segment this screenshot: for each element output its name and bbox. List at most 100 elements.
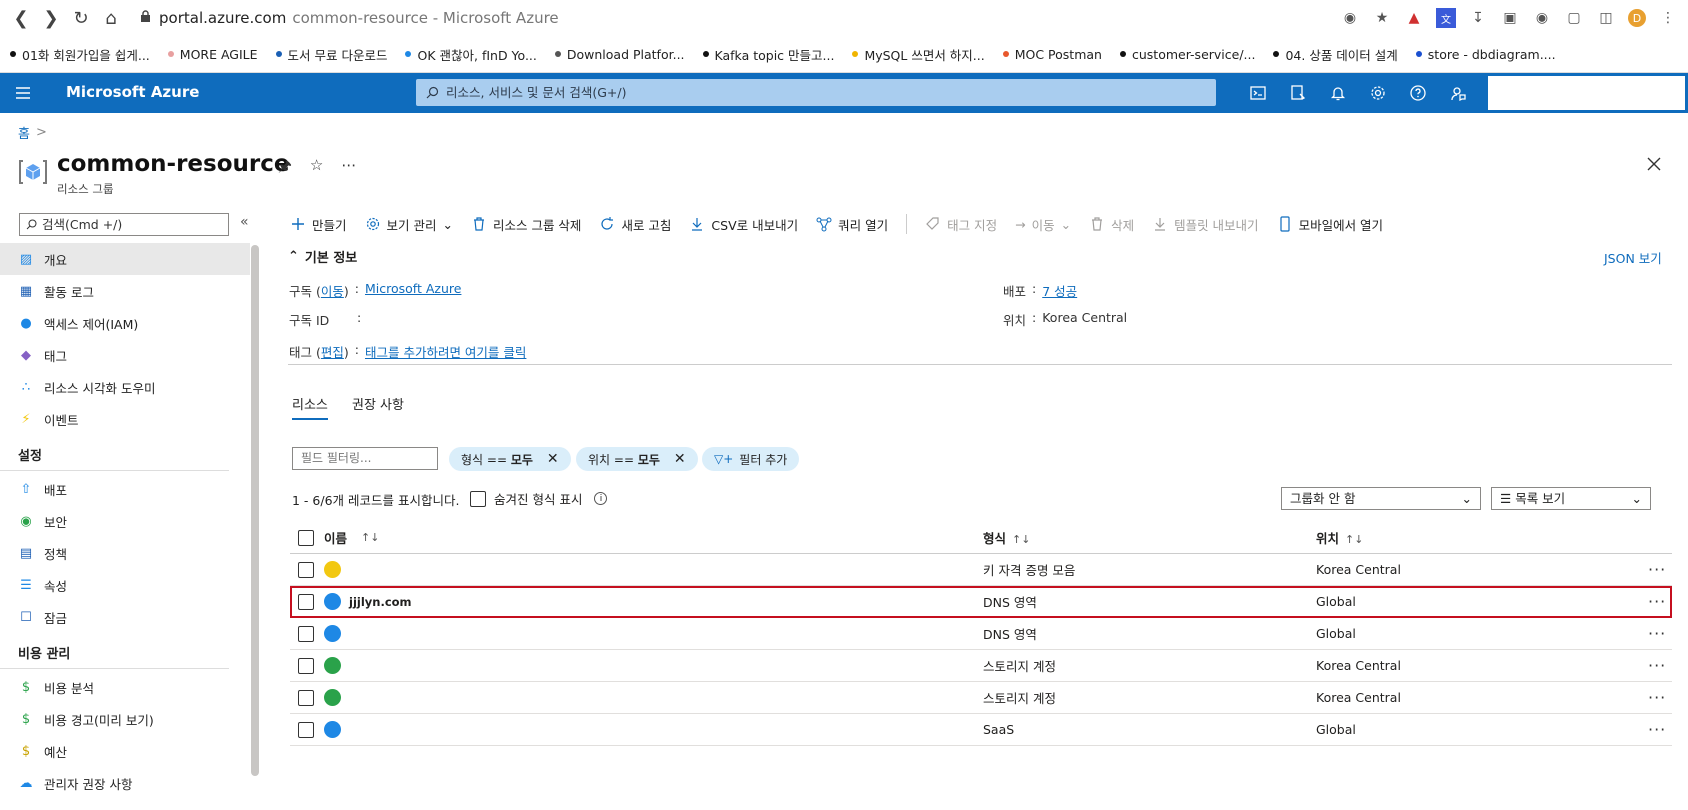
profile-avatar[interactable]: D [1628,9,1646,27]
col-name-header[interactable]: 이름 ↑↓ [324,528,379,547]
bookmark-item[interactable]: Download Platfor... [554,47,685,62]
json-view-link[interactable]: JSON 보기 [1604,248,1662,267]
col-type-header[interactable]: 형식 ↑↓ [983,528,1030,547]
bookmark-item[interactable]: Kafka topic 만들고... [702,45,834,64]
row-more-icon[interactable]: ··· [1648,720,1666,739]
tags-edit-link[interactable]: 편집 [321,345,344,360]
row-more-icon[interactable]: ··· [1648,688,1666,707]
sidebar-item[interactable]: ▨ 개요 [0,243,250,275]
field-filter-input[interactable]: 필드 필터링... [292,447,438,470]
video-icon[interactable]: ▣ [1500,8,1520,28]
sidebar-item[interactable]: $ 예산 [0,735,250,767]
sidebar-scrollbar[interactable] [251,245,259,776]
bookmark-item[interactable]: MOC Postman [1002,47,1102,62]
row-more-icon[interactable]: ··· [1648,592,1666,611]
refresh-button[interactable]: 새로 고침 [599,215,671,234]
remove-filter-icon[interactable]: ✕ [547,451,559,467]
remove-filter-icon[interactable]: ✕ [674,451,686,467]
home-icon[interactable]: ⌂ [96,3,126,33]
col-location-header[interactable]: 위치 ↑↓ [1316,528,1363,547]
settings-gear-icon[interactable] [1358,73,1398,113]
back-icon[interactable]: ❮ [6,3,36,33]
bookmark-item[interactable]: MySQL 쓰면서 하지... [852,45,985,64]
subscription-value-link[interactable]: Microsoft Azure [365,281,461,300]
forward-icon[interactable]: ❯ [36,3,66,33]
assign-tags-button[interactable]: 태그 지정 [925,215,997,234]
sidebar-toggle-icon[interactable]: ◫ [1596,8,1616,28]
help-icon[interactable] [1398,73,1438,113]
sidebar-item[interactable]: ☐ 잠금 [0,601,250,633]
row-checkbox[interactable] [298,658,314,674]
row-checkbox[interactable] [298,722,314,738]
select-all-checkbox[interactable] [298,530,314,546]
subscription-move-link[interactable]: 이동 [321,284,344,299]
row-more-icon[interactable]: ··· [1648,560,1666,579]
deploy-value-link[interactable]: 7 성공 [1042,281,1077,300]
table-row[interactable]: 스토리지 계정 Korea Central ··· [290,682,1672,714]
bookmark-item[interactable]: 도서 무료 다운로드 [275,45,387,64]
bookmark-item[interactable]: customer-service/... [1119,47,1255,62]
notifications-bell-icon[interactable] [1318,73,1358,113]
open-query-button[interactable]: 쿼리 열기 [816,215,888,234]
row-checkbox[interactable] [298,562,314,578]
bookmark-item[interactable]: 01화 회원가입을 쉽게... [10,45,150,64]
pocket-icon[interactable]: ◉ [1340,8,1360,28]
extension-icon[interactable]: ▲ [1404,8,1424,28]
row-checkbox[interactable] [298,626,314,642]
sidebar-item[interactable]: ⚡ 이벤트 [0,403,250,435]
add-filter-button[interactable]: ▽+ 필터 추가 [702,447,800,471]
close-icon[interactable] [1644,154,1664,174]
delete-group-button[interactable]: 리소스 그룹 삭제 [471,215,581,234]
group-by-dropdown[interactable]: 그룹화 안 함 ⌄ [1281,487,1481,510]
create-button[interactable]: 만들기 [290,215,347,234]
sidebar-item[interactable]: ▦ 활동 로그 [0,275,250,307]
sidebar-item[interactable]: ◉ 보안 [0,505,250,537]
table-row[interactable]: 스토리지 계정 Korea Central ··· [290,650,1672,682]
sidebar-item[interactable]: $ 비용 분석 [0,671,250,703]
row-checkbox[interactable] [298,594,314,610]
favorite-star-icon[interactable]: ☆ [310,156,323,181]
sidebar-item[interactable]: ⇧ 배포 [0,473,250,505]
sidebar-item[interactable]: ∴ 리소스 시각화 도우미 [0,371,250,403]
delete-button[interactable]: 삭제 [1089,215,1134,234]
row-name-link[interactable]: jjjlyn.com [349,595,412,609]
show-hidden-checkbox[interactable] [470,490,486,507]
azure-brand[interactable]: Microsoft Azure [66,83,199,101]
manage-view-button[interactable]: 보기 관리 ⌄ [365,215,453,234]
pin-icon[interactable]: 🖈 [278,156,292,181]
type-filter-pill[interactable]: 형식 == 모두 ✕ [449,447,571,471]
reader-icon[interactable]: ▢ [1564,8,1584,28]
translate-icon[interactable]: 文 [1436,8,1456,28]
move-button[interactable]: → 이동 ⌄ [1015,215,1071,234]
open-mobile-button[interactable]: 모바일에서 열기 [1277,215,1383,234]
download-icon[interactable]: ↧ [1468,8,1488,28]
bookmark-item[interactable]: OK 괜찮아, fInD Yo... [405,45,537,64]
table-row[interactable]: jjjlyn.com DNS 영역 Global ··· [290,586,1672,618]
bookmark-item[interactable]: MORE AGILE [167,47,258,62]
info-icon[interactable]: i [594,492,608,505]
location-filter-pill[interactable]: 위치 == 모두 ✕ [576,447,698,471]
sidebar-search-input[interactable]: 검색(Cmd +/) [19,213,229,236]
hamburger-menu-icon[interactable] [14,84,32,102]
export-csv-button[interactable]: CSV로 내보내기 [689,215,798,234]
star-icon[interactable]: ★ [1372,8,1392,28]
bookmark-item[interactable]: 04. 상품 데이터 설계 [1273,45,1398,64]
row-more-icon[interactable]: ··· [1648,624,1666,643]
table-row[interactable]: DNS 영역 Global ··· [290,618,1672,650]
sidebar-item[interactable]: ☰ 속성 [0,569,250,601]
breadcrumb-home[interactable]: 홈 [18,123,30,142]
row-more-icon[interactable]: ··· [1648,656,1666,675]
kebab-menu-icon[interactable]: ⋮ [1658,8,1678,28]
sidebar-item[interactable]: ▤ 정책 [0,537,250,569]
more-options-icon[interactable]: ⋯ [341,156,356,181]
sidebar-item[interactable]: $ 비용 경고(미리 보기) [0,703,250,735]
add-tags-link[interactable]: 태그를 추가하려면 여기를 클릭 [365,342,526,361]
export-template-button[interactable]: 템플릿 내보내기 [1152,215,1259,234]
cloud-shell-icon[interactable] [1238,73,1278,113]
table-row[interactable]: 키 자격 증명 모음 Korea Central ··· [290,554,1672,586]
address-bar[interactable]: portal.azure.com common-resource - Micro… [140,9,559,27]
reload-icon[interactable]: ↻ [66,3,96,33]
feedback-icon[interactable] [1438,73,1478,113]
sidebar-item[interactable]: ● 액세스 제어(IAM) [0,307,250,339]
view-mode-dropdown[interactable]: ☰ 목록 보기 ⌄ [1491,487,1651,510]
